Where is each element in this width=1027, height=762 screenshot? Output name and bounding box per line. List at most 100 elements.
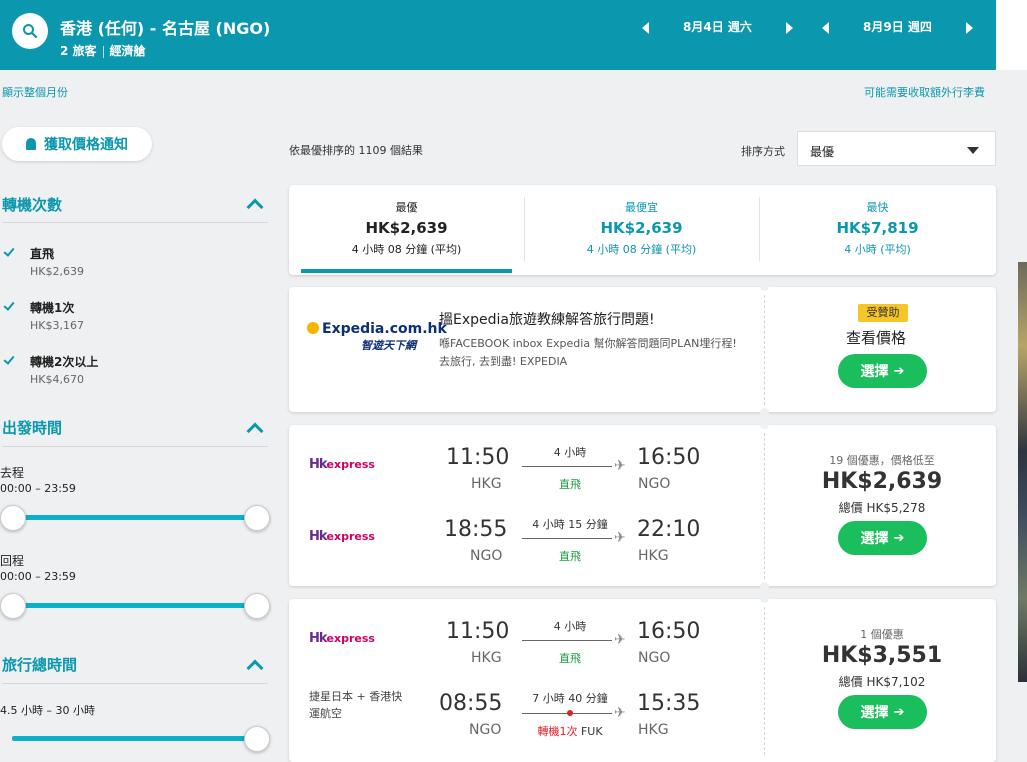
divider	[2, 446, 268, 447]
checkbox-checked[interactable]	[2, 245, 16, 259]
flight-line	[522, 538, 612, 539]
price-alert-label: 獲取價格通知	[44, 137, 128, 153]
flight-duration: 4 小時 15 分鐘	[532, 518, 608, 531]
return-slider-track[interactable]	[12, 603, 258, 608]
duration-slider-track[interactable]	[12, 736, 258, 741]
select-label: 選擇	[860, 705, 889, 721]
chevron-up-icon[interactable]	[246, 422, 264, 440]
hkexpress-logo: Hkexpress	[309, 529, 375, 544]
return-next-day-icon[interactable]	[966, 22, 973, 34]
stops-info: 直飛	[559, 652, 581, 665]
stops-filter-title[interactable]: 轉機次數	[2, 194, 62, 215]
bell-icon	[26, 138, 36, 150]
show-month-link[interactable]: 顯示整個月份	[2, 84, 68, 100]
flight-line	[522, 466, 612, 467]
arrive-time: 16:50	[637, 445, 701, 470]
outbound-label: 去程	[0, 466, 25, 480]
depart-next-day-icon[interactable]	[786, 22, 793, 34]
select-button[interactable]: 選擇 ➔	[838, 354, 927, 388]
return-slider-max-handle[interactable]	[244, 593, 270, 619]
arrow-right-icon: ➔	[893, 363, 905, 379]
select-button[interactable]: 選擇 ➔	[838, 521, 927, 555]
stops-info: 直飛	[559, 478, 581, 491]
divider	[764, 295, 765, 405]
outbound-slider-max-handle[interactable]	[244, 505, 270, 531]
checkbox-checked[interactable]	[2, 299, 16, 313]
arrow-right-icon: ➔	[893, 530, 905, 546]
price-alert-button[interactable]: 獲取價格通知	[2, 127, 152, 161]
view-price-label: 查看價格	[846, 329, 907, 347]
depart-airport: NGO	[470, 548, 503, 564]
depart-time: 08:55	[439, 691, 503, 716]
flight-result[interactable]: Hkexpress 11:50 HKG 4 小時 ✈ 直飛 16:50 NGO …	[289, 420, 996, 591]
depart-airport: NGO	[469, 722, 502, 738]
tab-cheapest[interactable]: 最便宜 HK$2,639 4 小時 08 分鐘 (平均)	[524, 185, 759, 275]
ticket-notch	[760, 594, 769, 603]
ad-logo-text: Expedia.com.hk	[322, 321, 447, 337]
return-range: 00:00 – 23:59	[0, 570, 76, 583]
divider	[2, 222, 268, 223]
flight-result[interactable]: Hkexpress 11:50 HKG 4 小時 ✈ 直飛 16:50 NGO …	[289, 594, 996, 762]
return-date[interactable]: 8月9日 週四	[863, 18, 932, 35]
arrive-airport: HKG	[638, 548, 669, 564]
checkbox-checked[interactable]	[2, 353, 16, 367]
chevron-down-icon	[967, 147, 979, 154]
return-prev-day-icon[interactable]	[822, 22, 829, 34]
arrive-time: 16:50	[637, 619, 701, 644]
depart-time: 11:50	[446, 445, 510, 470]
duration-slider-max-handle[interactable]	[244, 726, 270, 752]
outbound-slider-track[interactable]	[12, 515, 258, 520]
plane-icon: ✈	[614, 705, 626, 721]
sponsored-result[interactable]: Expedia.com.hk 智遊天下網 搵Expedia旅遊教練解答旅行問題!…	[289, 282, 996, 417]
arrive-airport: NGO	[638, 650, 671, 666]
depart-airport: HKG	[471, 476, 502, 492]
tab-fastest[interactable]: 最快 HK$7,819 4 小時 (平均)	[759, 185, 996, 275]
select-label: 選擇	[860, 531, 889, 547]
chevron-up-icon[interactable]	[246, 198, 264, 216]
search-icon	[23, 24, 38, 39]
select-label: 選擇	[860, 364, 889, 380]
bag-fees-link[interactable]: 可能需要收取額外行李費	[864, 84, 985, 100]
sort-dropdown[interactable]: 最優	[797, 131, 996, 166]
travelers-cabin[interactable]: 2 旅客 經濟艙	[60, 42, 146, 59]
divider	[102, 45, 104, 58]
route-title[interactable]: 香港 (任何) - 名古屋 (NGO)	[60, 15, 270, 39]
depart-date[interactable]: 8月4日 週六	[683, 18, 752, 35]
tab-best[interactable]: 最優 HK$2,639 4 小時 08 分鐘 (平均)	[289, 185, 524, 275]
option-price: HK$3,167	[30, 319, 84, 332]
sponsored-badge: 受贊助	[858, 304, 908, 322]
duration-filter-title[interactable]: 旅行總時間	[2, 654, 77, 675]
cabin-class: 經濟艙	[109, 44, 146, 58]
flight-duration: 4 小時	[553, 620, 587, 633]
outbound-slider-min-handle[interactable]	[0, 505, 26, 531]
airline-name: 捷星日本 + 香港快運航空	[309, 690, 403, 720]
layover-dot	[567, 710, 573, 716]
tab-title: 最快	[866, 201, 889, 214]
stops-info: 直飛	[559, 550, 581, 563]
hkexpress-logo: Hkexpress	[309, 457, 375, 472]
departure-filter-title[interactable]: 出發時間	[2, 417, 62, 438]
flight-price: HK$3,551	[821, 643, 943, 668]
chevron-up-icon[interactable]	[246, 659, 264, 677]
return-slider-min-handle[interactable]	[0, 593, 26, 619]
arrive-time: 15:35	[637, 691, 701, 716]
return-label: 回程	[0, 554, 25, 568]
duration-range: 4.5 小時 – 30 小時	[0, 704, 95, 717]
ticket-notch	[760, 408, 769, 417]
hkexpress-logo: Hkexpress	[309, 631, 375, 646]
select-button[interactable]: 選擇 ➔	[838, 695, 927, 729]
plane-icon: ✈	[614, 458, 626, 474]
total-price: 總價 HK$5,278	[838, 501, 926, 515]
tab-duration: 4 小時 (平均)	[844, 243, 911, 256]
plane-icon: ✈	[614, 530, 626, 546]
search-button[interactable]	[12, 13, 48, 49]
option-price: HK$4,670	[30, 373, 84, 386]
depart-airport: HKG	[471, 650, 502, 666]
outbound-range: 00:00 – 23:59	[0, 482, 76, 495]
sort-label: 排序方式	[741, 145, 785, 158]
divider	[764, 433, 765, 579]
depart-time: 18:55	[444, 517, 508, 542]
active-tab-indicator	[301, 269, 512, 273]
depart-prev-day-icon[interactable]	[642, 22, 649, 34]
flight-duration: 7 小時 40 分鐘	[532, 692, 608, 705]
